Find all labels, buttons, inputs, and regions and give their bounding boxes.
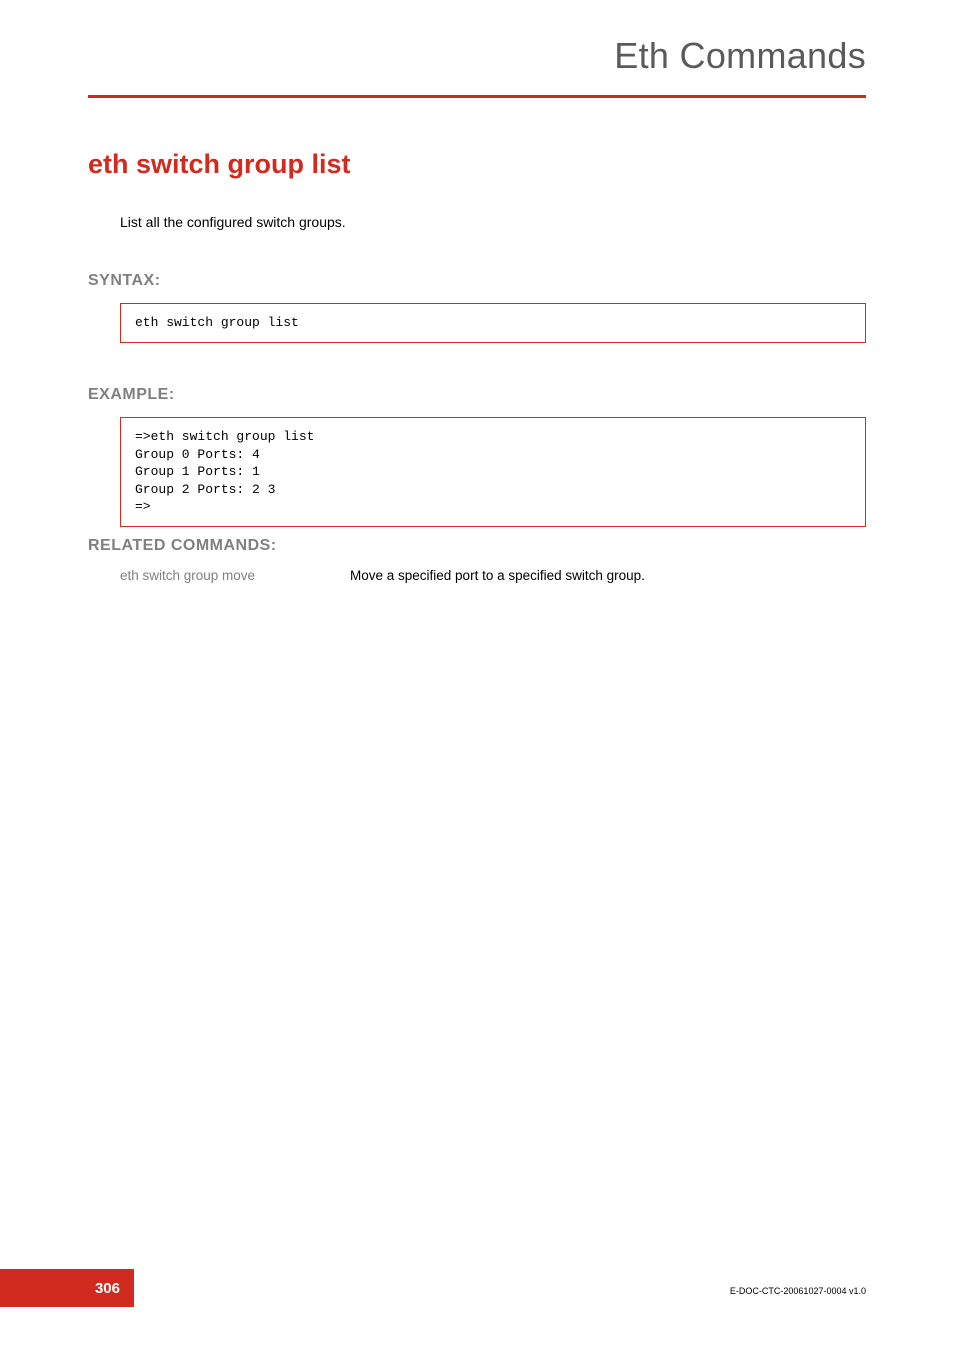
related-command-name: eth switch group move bbox=[120, 568, 350, 583]
example-section-label: EXAMPLE: bbox=[88, 386, 175, 404]
chapter-title: Eth Commands bbox=[614, 35, 866, 77]
page-title: eth switch group list bbox=[88, 149, 351, 180]
related-command-row: eth switch group move Move a specified p… bbox=[120, 568, 866, 583]
header-rule bbox=[88, 95, 866, 98]
example-code-block: =>eth switch group list Group 0 Ports: 4… bbox=[120, 417, 866, 527]
footer-doc-id: E-DOC-CTC-20061027-0004 v1.0 bbox=[730, 1286, 866, 1296]
related-command-description: Move a specified port to a specified swi… bbox=[350, 568, 645, 583]
syntax-section-label: SYNTAX: bbox=[88, 272, 161, 290]
intro-text: List all the configured switch groups. bbox=[120, 214, 346, 230]
syntax-code-block: eth switch group list bbox=[120, 303, 866, 343]
related-section-label: RELATED COMMANDS: bbox=[88, 537, 277, 555]
footer-page-number: 306 bbox=[0, 1269, 134, 1307]
